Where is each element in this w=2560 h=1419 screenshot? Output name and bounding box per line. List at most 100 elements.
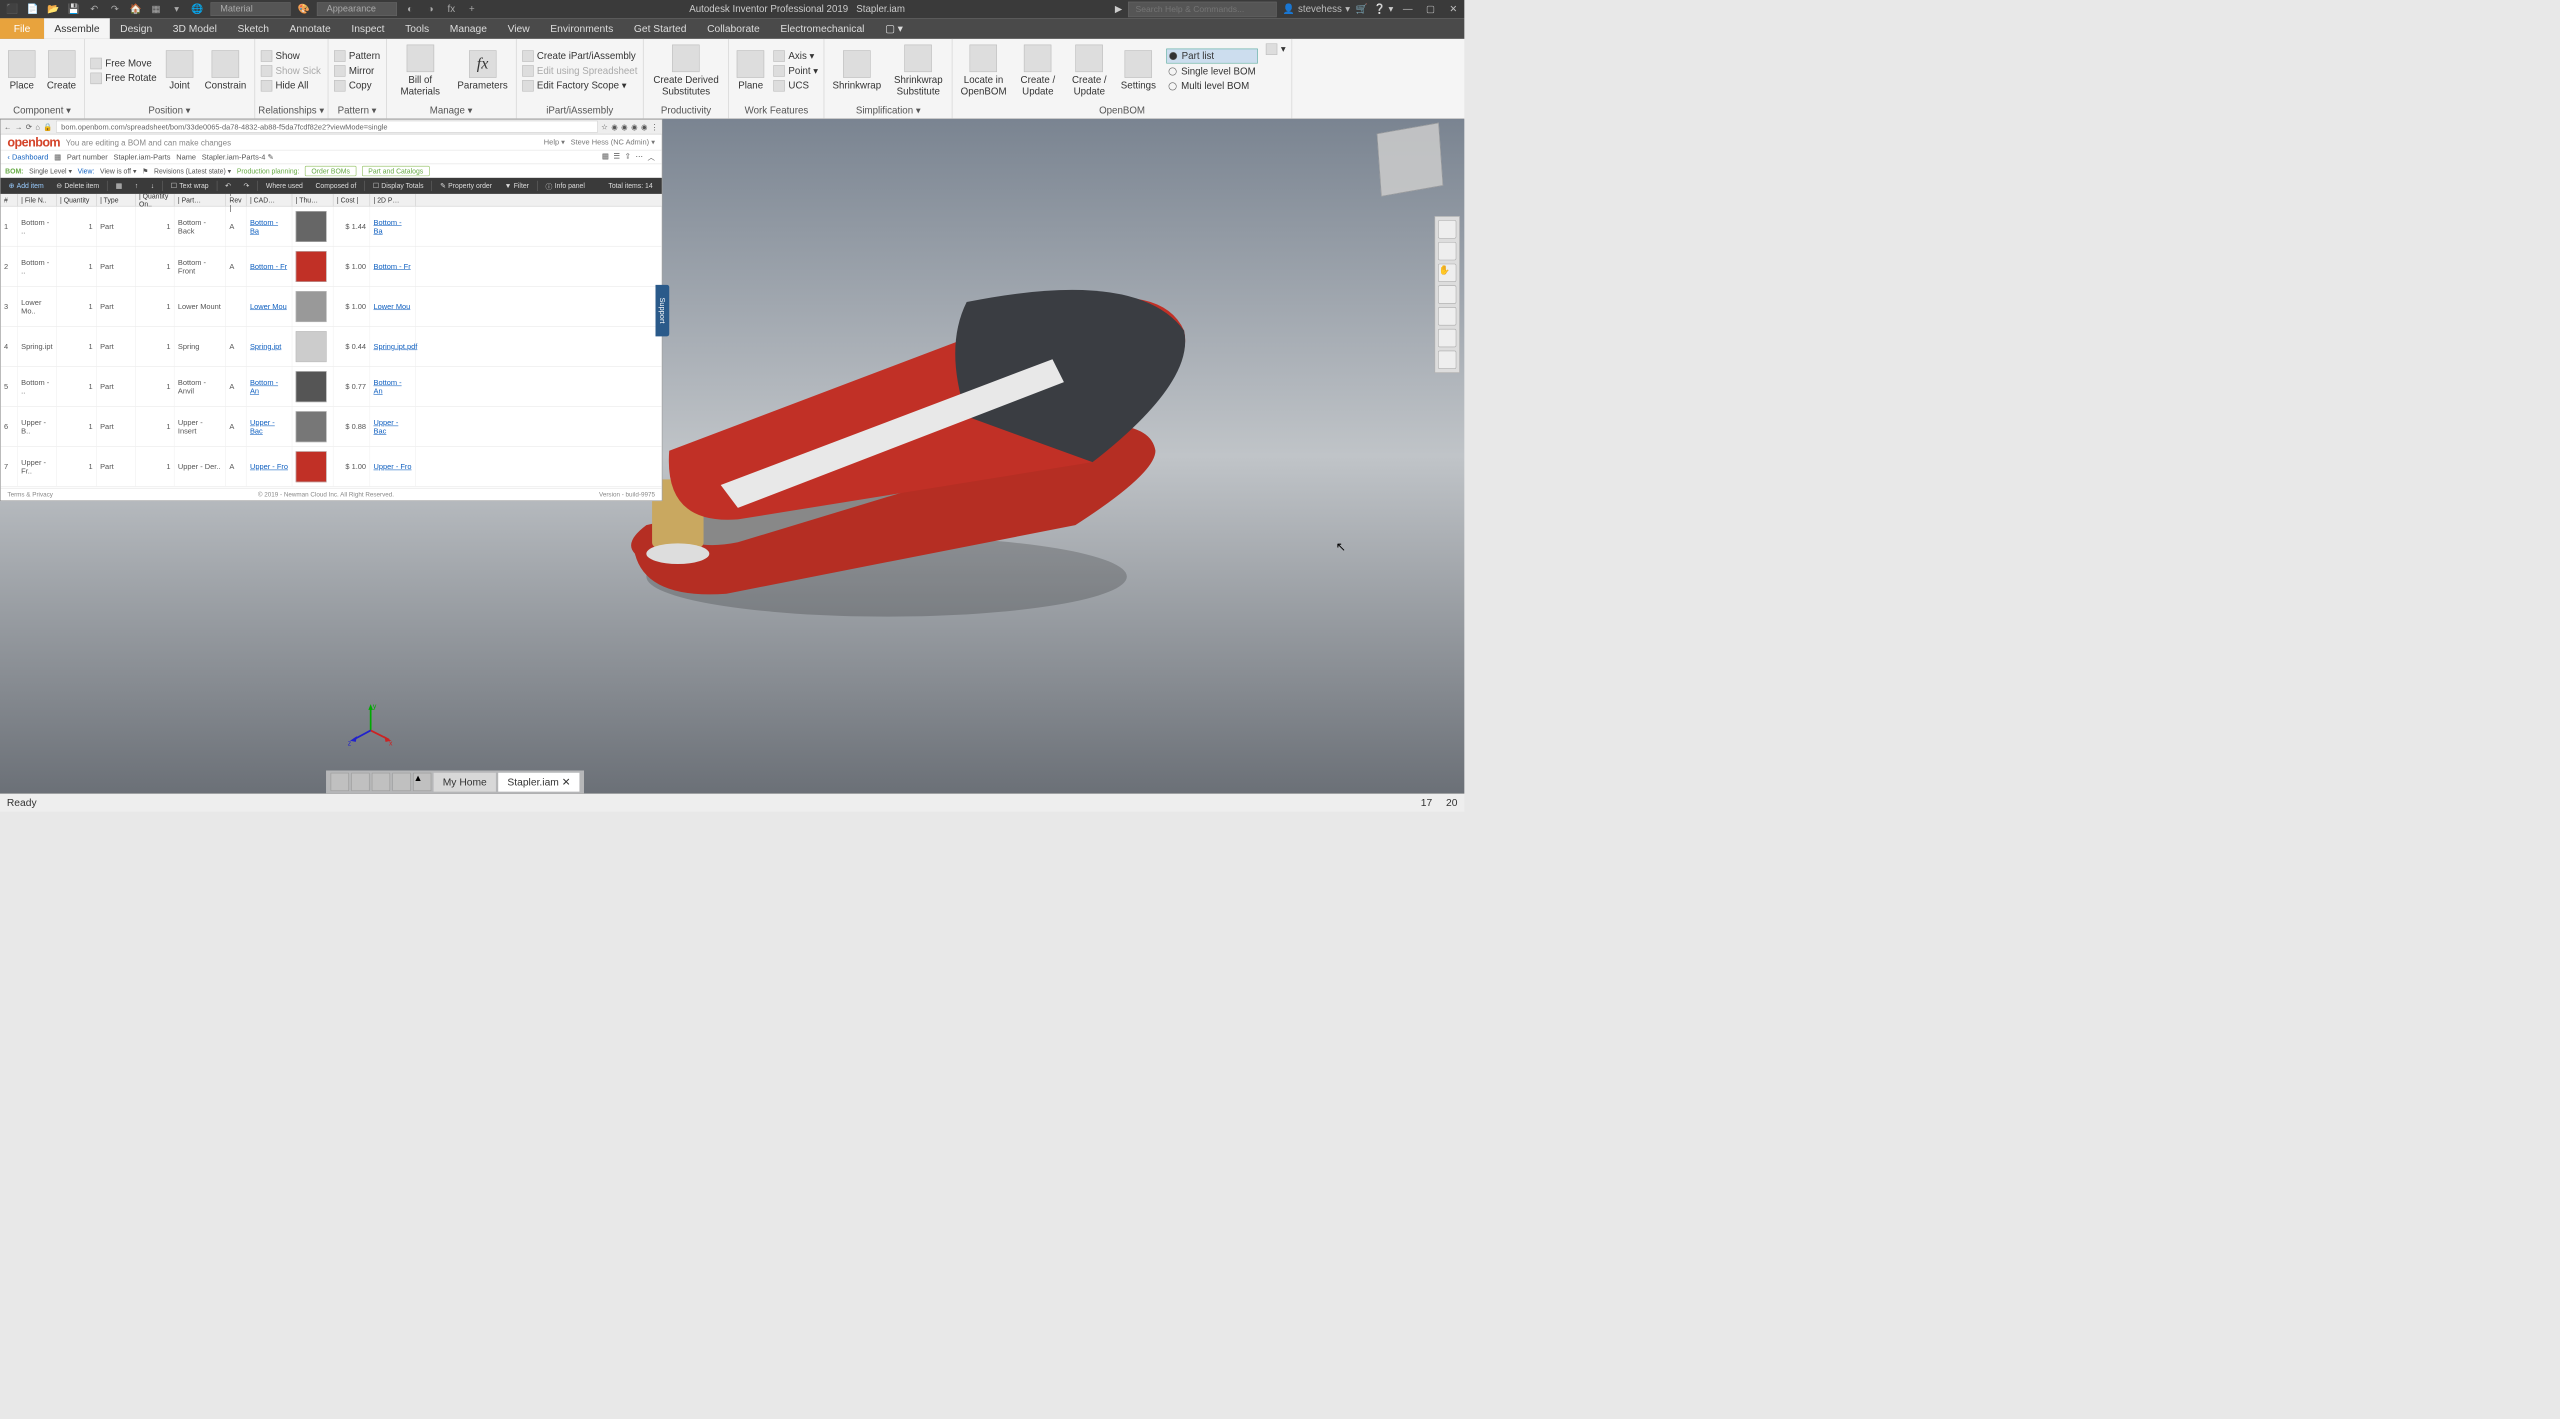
browser-reload-icon[interactable]: ⟳ <box>26 122 32 131</box>
tab-electromech[interactable]: Electromechanical <box>770 18 875 39</box>
cell-qtyon[interactable]: 1 <box>136 247 175 286</box>
ribbon-extra-dropdown[interactable]: ▾ <box>1264 42 1288 56</box>
tab-3dmodel[interactable]: 3D Model <box>162 18 227 39</box>
cell-qtyon[interactable]: 1 <box>136 287 175 326</box>
cell-cost[interactable]: $ 1.00 <box>333 247 370 286</box>
support-tab[interactable]: Support <box>656 285 670 336</box>
order-boms-chip[interactable]: Order BOMs <box>305 166 356 176</box>
bc-more-icon[interactable]: ⋯ <box>635 152 642 163</box>
tab-sketch[interactable]: Sketch <box>227 18 279 39</box>
tab-getstarted[interactable]: Get Started <box>624 18 697 39</box>
th-rev[interactable]: | Rev | <box>226 194 247 206</box>
radio-partlist[interactable]: Part list <box>1166 48 1258 63</box>
user-menu[interactable]: 👤 stevehess ▾ <box>1282 3 1350 14</box>
cell-qtyon[interactable]: 1 <box>136 447 175 486</box>
browser-forward-icon[interactable]: → <box>15 122 22 131</box>
cell-thumb[interactable] <box>292 287 333 326</box>
tab-collaborate[interactable]: Collaborate <box>697 18 770 39</box>
cell-rev[interactable]: A <box>226 447 247 486</box>
browser-home-icon[interactable]: ⌂ <box>35 122 39 131</box>
cell-type[interactable]: Part <box>97 206 136 245</box>
cell-2dpdf[interactable]: Bottom - An <box>370 367 416 406</box>
free-rotate-button[interactable]: Free Rotate <box>88 71 159 85</box>
cell-2dpdf[interactable]: Upper - Fro <box>370 447 416 486</box>
cell-filename[interactable]: Lower Mo.. <box>18 287 57 326</box>
cell-cost[interactable]: $ 0.77 <box>333 367 370 406</box>
th-quantity[interactable]: | Quantity <box>57 194 97 206</box>
undo-icon[interactable]: ↶ <box>221 181 236 191</box>
axis-button[interactable]: Axis ▾ <box>771 49 820 63</box>
create-update-button[interactable]: Create / Update <box>1013 42 1062 99</box>
cell-rev[interactable]: A <box>226 247 247 286</box>
cell-cad[interactable]: Bottom - Fr <box>247 247 293 286</box>
open-icon[interactable]: 📂 <box>46 2 61 17</box>
cell-part[interactable]: Spring <box>174 327 225 366</box>
hide-all-button[interactable]: Hide All <box>258 79 323 93</box>
redo-icon[interactable]: ↷ <box>108 2 123 17</box>
create-ipart-button[interactable]: Create iPart/iAssembly <box>520 49 640 63</box>
nav-orbit-icon[interactable] <box>1438 242 1456 260</box>
cell-cost[interactable]: $ 1.00 <box>333 447 370 486</box>
cell-filename[interactable]: Spring.ipt <box>18 327 57 366</box>
cell-qtyon[interactable]: 1 <box>136 367 175 406</box>
ext-icon3[interactable]: ◉ <box>631 122 637 131</box>
up-icon[interactable]: ↑ <box>130 181 143 191</box>
cell-thumb[interactable] <box>292 407 333 446</box>
bc-list-icon[interactable]: ☰ <box>613 152 620 163</box>
tab-file[interactable]: File <box>0 18 44 39</box>
view-selector[interactable]: View is off ▾ <box>100 167 136 175</box>
cell-part[interactable]: Bottom - Back <box>174 206 225 245</box>
cell-cost[interactable]: $ 0.44 <box>333 327 370 366</box>
plus-icon[interactable]: + <box>464 2 479 17</box>
th-part[interactable]: | Part… <box>174 194 225 206</box>
cell-type[interactable]: Part <box>97 447 136 486</box>
cell-2dpdf[interactable]: Upper - Bac <box>370 407 416 446</box>
parameters-button[interactable]: fxParameters <box>453 48 512 94</box>
create-update2-button[interactable]: Create / Update <box>1065 42 1114 99</box>
view-icon-3[interactable] <box>372 773 390 791</box>
tab-tools[interactable]: Tools <box>395 18 440 39</box>
cell-qty[interactable]: 1 <box>57 407 97 446</box>
maximize-icon[interactable]: ▢ <box>1422 2 1439 16</box>
tab-manage[interactable]: Manage <box>439 18 497 39</box>
cell-cost[interactable]: $ 1.44 <box>333 206 370 245</box>
delete-item-button[interactable]: ⊖ Delete item <box>52 181 104 191</box>
viewcube[interactable] <box>1377 123 1443 197</box>
bom-selector[interactable]: Single Level ▾ <box>29 167 72 175</box>
composedof-button[interactable]: Composed of <box>311 181 361 191</box>
part-catalogs-chip[interactable]: Part and Catalogs <box>362 166 430 176</box>
locate-openbom-button[interactable]: Locate in OpenBOM <box>956 42 1011 99</box>
help-search-input[interactable] <box>1128 1 1277 16</box>
shrinkwrap-sub-button[interactable]: Shrinkwrap Substitute <box>888 42 949 99</box>
cell-cad[interactable]: Upper - Fro <box>247 447 293 486</box>
cell-thumb[interactable] <box>292 327 333 366</box>
nav-home-icon[interactable] <box>1438 220 1456 238</box>
free-move-button[interactable]: Free Move <box>88 56 159 70</box>
settings-button[interactable]: Settings <box>1116 48 1160 94</box>
cell-rev[interactable]: A <box>226 206 247 245</box>
cell-cad[interactable]: Upper - Bac <box>247 407 293 446</box>
place-button[interactable]: Place <box>3 48 40 94</box>
ext-icon1[interactable]: ◉ <box>611 122 617 131</box>
cell-cad[interactable]: Lower Mou <box>247 287 293 326</box>
nav-full-icon[interactable] <box>1438 329 1456 347</box>
bc-collapse-icon[interactable]: ︿ <box>647 152 654 163</box>
redo-icon[interactable]: ↷ <box>239 181 254 191</box>
cell-qty[interactable]: 1 <box>57 447 97 486</box>
appearance-dropdown[interactable]: Appearance <box>317 2 397 16</box>
view-icon-1[interactable] <box>331 773 349 791</box>
cell-qtyon[interactable]: 1 <box>136 407 175 446</box>
qat-icon2[interactable]: ◑ <box>423 2 438 17</box>
shrinkwrap-button[interactable]: Shrinkwrap <box>828 48 886 94</box>
cell-qtyon[interactable]: 1 <box>136 206 175 245</box>
cell-qty[interactable]: 1 <box>57 287 97 326</box>
bom-button[interactable]: Bill of Materials <box>390 42 451 99</box>
cell-thumb[interactable] <box>292 367 333 406</box>
derived-substitutes-button[interactable]: Create Derived Substitutes <box>647 42 725 99</box>
cell-cad[interactable]: Spring.ipt <box>247 327 293 366</box>
bc-icon[interactable]: ▦ <box>54 152 61 161</box>
minimize-icon[interactable]: — <box>1399 2 1416 16</box>
table-row[interactable]: 7Upper - Fr..1Part1Upper - Der..AUpper -… <box>1 447 662 487</box>
down-icon[interactable]: ↓ <box>146 181 159 191</box>
cell-cad[interactable]: Bottom - Ba <box>247 206 293 245</box>
